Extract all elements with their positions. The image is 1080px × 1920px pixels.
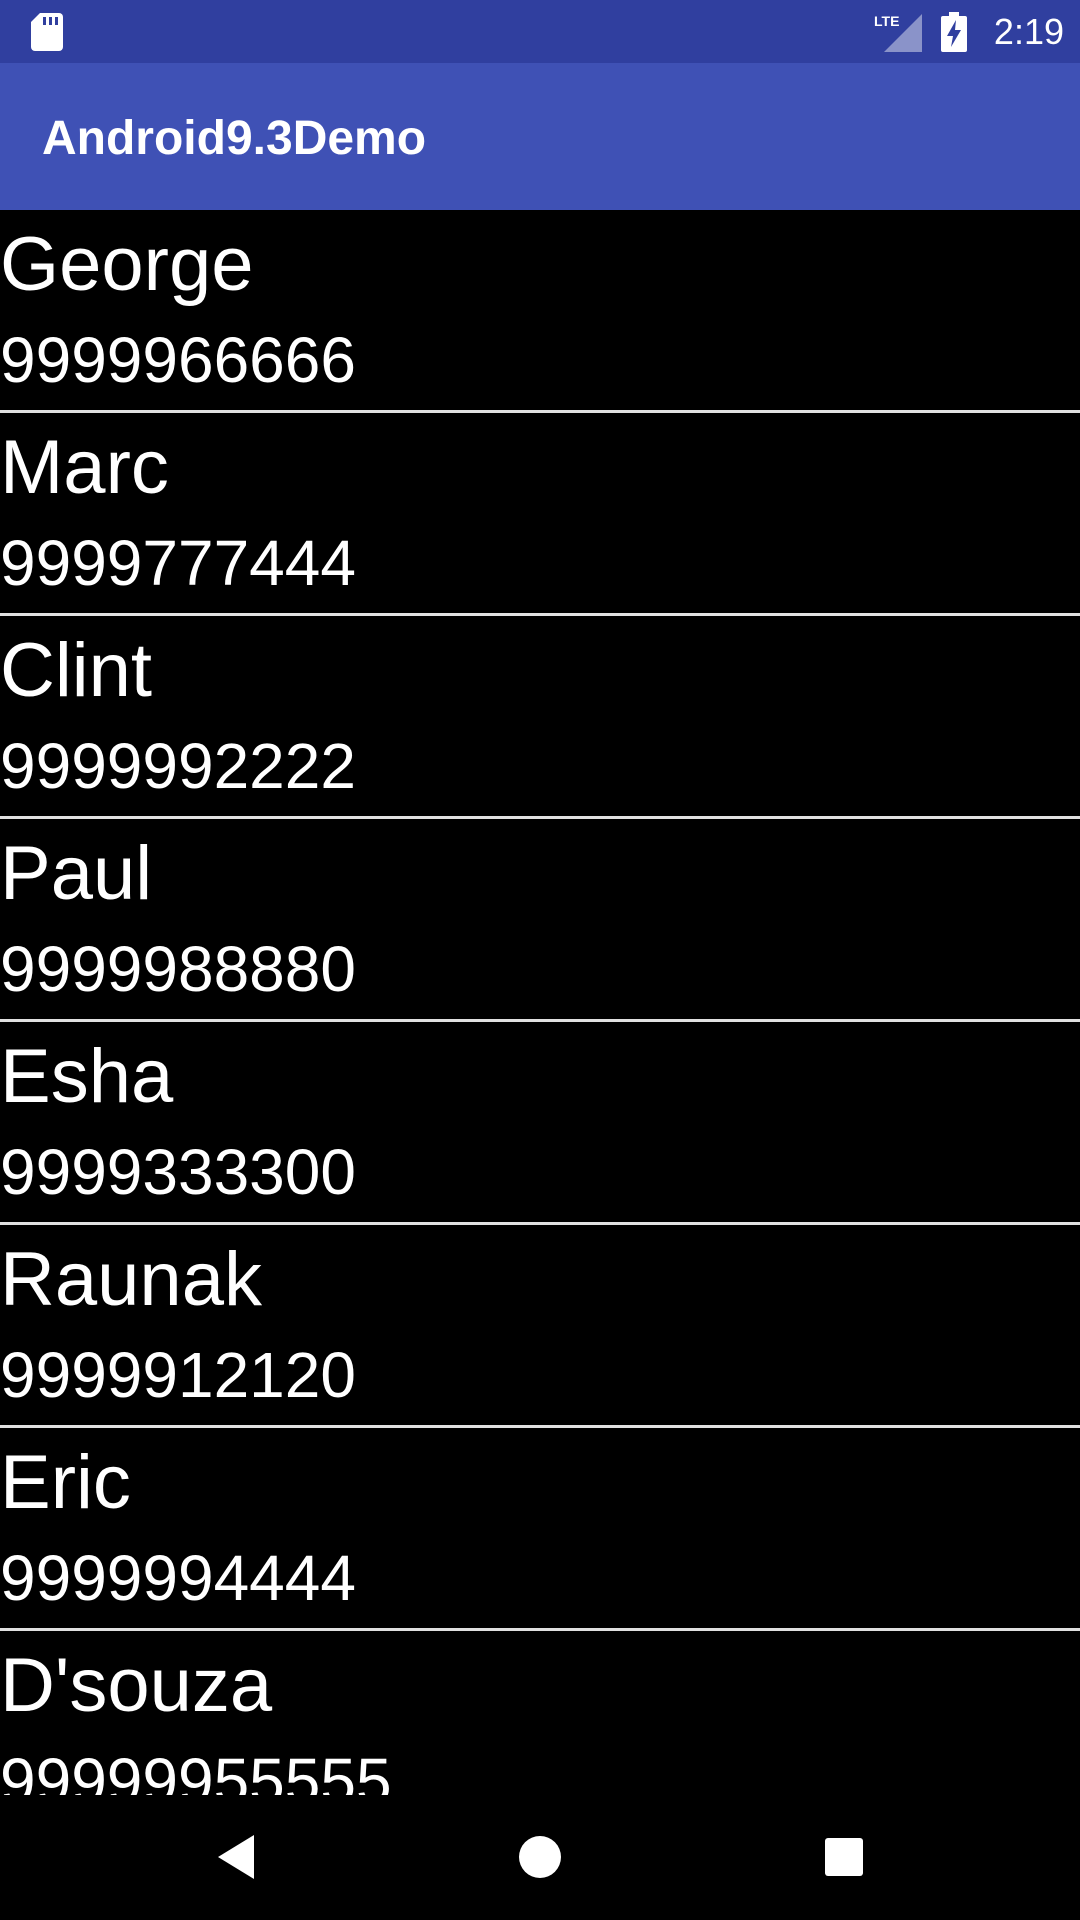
app-title: Android9.3Demo	[42, 112, 427, 165]
contact-phone: 9999912120	[0, 1339, 356, 1411]
contact-list[interactable]: George 9999966666 Marc 9999777444 Clint …	[0, 210, 1080, 1795]
clock: 2:19	[993, 11, 1064, 52]
back-icon[interactable]	[196, 1817, 276, 1897]
contact-phone: 9999988880	[0, 933, 356, 1005]
home-icon[interactable]	[500, 1817, 580, 1897]
contact-name: George	[0, 222, 254, 307]
lte-signal-icon: LTE	[874, 13, 922, 52]
contact-phone: 9999992222	[0, 730, 356, 802]
contact-name: Clint	[0, 628, 153, 713]
battery-charging-icon	[941, 12, 967, 52]
contact-phone: 99999955555	[0, 1745, 392, 1795]
app-bar: Android9.3Demo	[0, 63, 1080, 210]
navigation-bar	[0, 1795, 1080, 1920]
contact-phone: 9999333300	[0, 1136, 356, 1208]
contact-phone: 9999777444	[0, 527, 356, 599]
list-item[interactable]: Raunak 9999912120	[0, 1225, 1080, 1428]
contact-name: D'souza	[0, 1643, 273, 1728]
list-item[interactable]: George 9999966666	[0, 210, 1080, 413]
list-item[interactable]: Eric 9999994444	[0, 1428, 1080, 1631]
contact-phone: 9999966666	[0, 324, 356, 396]
list-item[interactable]: Paul 9999988880	[0, 819, 1080, 1022]
contact-name: Raunak	[0, 1237, 262, 1322]
list-item[interactable]: Marc 9999777444	[0, 413, 1080, 616]
screen: LTE 2:19 Android9.3Demo George 999996666…	[0, 0, 1080, 1920]
recents-icon[interactable]	[804, 1817, 884, 1897]
network-label: LTE	[874, 13, 899, 29]
contact-name: Eric	[0, 1440, 131, 1525]
contact-phone: 9999994444	[0, 1542, 356, 1614]
contact-name: Paul	[0, 831, 153, 916]
contact-name: Marc	[0, 425, 169, 510]
contact-name: Esha	[0, 1034, 174, 1119]
list-item[interactable]: Clint 9999992222	[0, 616, 1080, 819]
list-item[interactable]: D'souza 99999955555	[0, 1631, 1080, 1795]
sd-card-icon	[31, 13, 63, 51]
list-item[interactable]: Esha 9999333300	[0, 1022, 1080, 1225]
status-bar: LTE 2:19	[0, 0, 1080, 63]
